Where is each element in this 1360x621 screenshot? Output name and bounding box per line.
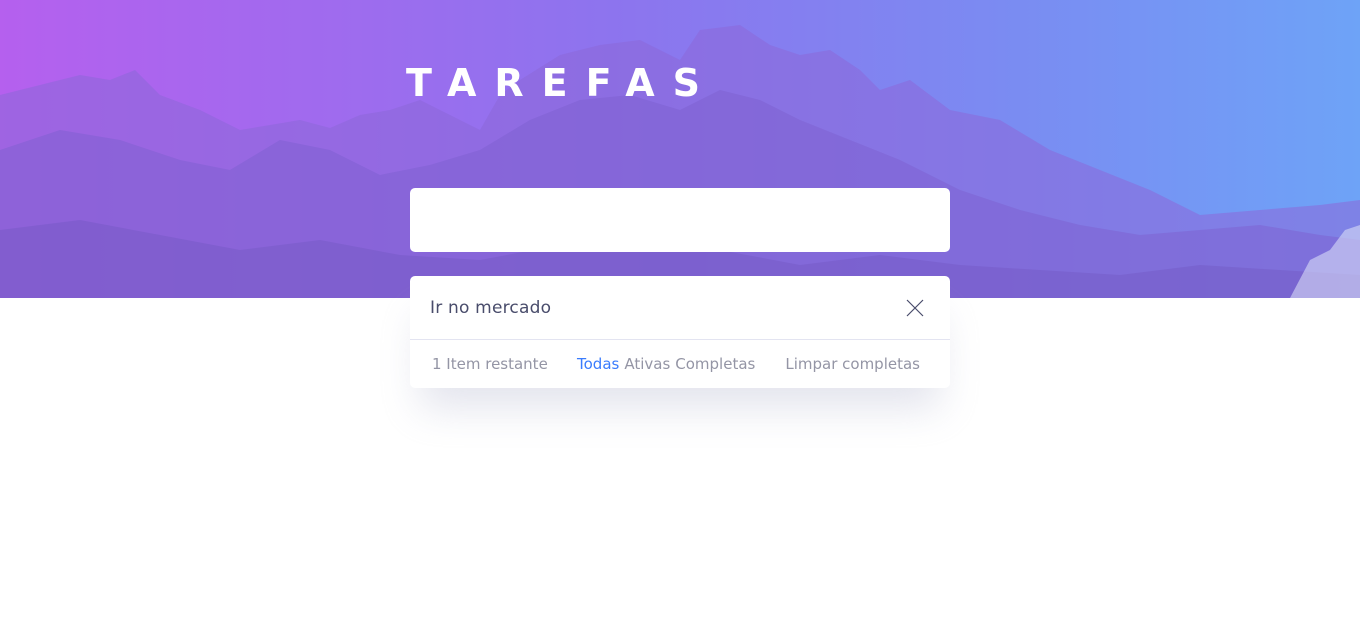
filter-all[interactable]: Todas <box>577 355 619 373</box>
delete-todo-button[interactable] <box>904 297 926 319</box>
todo-list-card: Ir no mercado 1 Item restante Todas Ativ… <box>410 276 950 388</box>
mountain-background-image <box>0 25 1360 298</box>
new-todo-input[interactable] <box>410 188 950 252</box>
close-icon <box>906 299 924 316</box>
todo-item-text: Ir no mercado <box>430 297 552 318</box>
hero-banner: TAREFAS <box>0 0 1360 298</box>
filter-completed[interactable]: Completas <box>675 355 755 373</box>
filter-active[interactable]: Ativas <box>624 355 670 373</box>
filter-group: Todas Ativas Completas <box>577 355 785 373</box>
page-title: TAREFAS <box>406 61 718 105</box>
todo-item[interactable]: Ir no mercado <box>410 276 950 340</box>
items-left-count: 1 Item restante <box>432 355 548 373</box>
clear-completed-button[interactable]: Limpar completas <box>785 355 920 373</box>
todo-footer: 1 Item restante Todas Ativas Completas L… <box>410 340 950 388</box>
